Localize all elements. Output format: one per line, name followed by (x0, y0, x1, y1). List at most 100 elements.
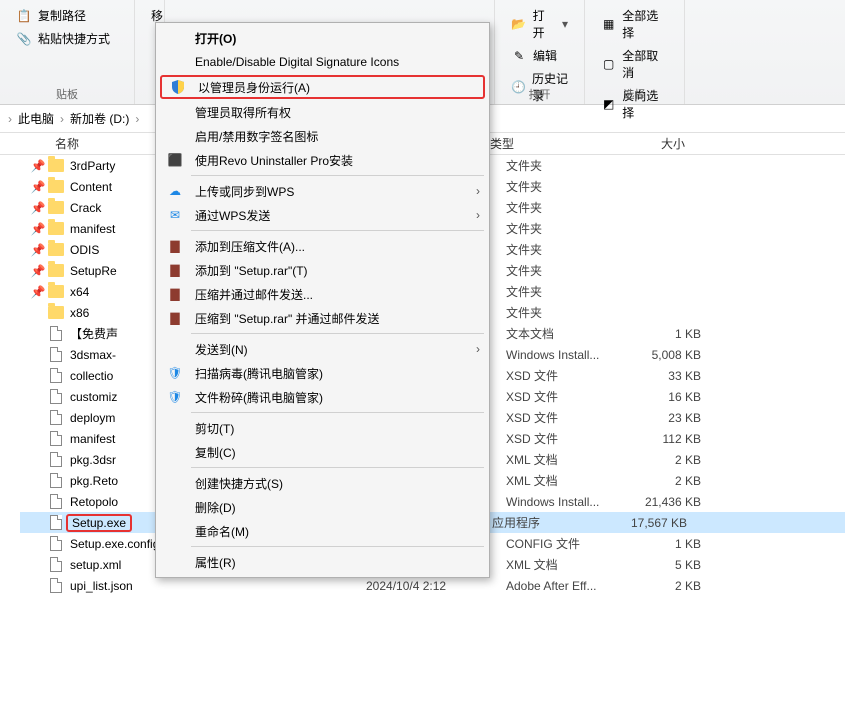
file-size: 17,567 KB (607, 516, 687, 530)
ctx-separator (191, 175, 484, 176)
ctx-compress-email[interactable]: ▇ 压缩并通过邮件发送... (159, 282, 486, 306)
file-row[interactable]: upi_list.json2024/10/4 2:12Adobe After E… (20, 575, 845, 596)
copy-path-button[interactable]: 📋复制路径 (10, 4, 124, 27)
ctx-send-to[interactable]: 发送到(N)› (159, 337, 486, 361)
select-none-button[interactable]: ▢ 全部取消 (595, 44, 674, 84)
breadcrumb-pc[interactable]: 此电脑 (18, 110, 54, 127)
file-icon (46, 389, 66, 404)
file-type: Adobe After Eff... (506, 579, 621, 593)
revo-icon: ⬛ (165, 153, 185, 167)
open-icon: 📂 (511, 16, 527, 32)
file-type: XML 文档 (506, 451, 621, 468)
file-type: 文件夹 (506, 262, 621, 279)
ctx-rename[interactable]: 重命名(M) (159, 519, 486, 543)
ctx-delete[interactable]: 删除(D) (159, 495, 486, 519)
file-icon (46, 347, 66, 362)
copy-path-label: 复制路径 (38, 7, 86, 24)
file-type: 文件夹 (506, 199, 621, 216)
file-size: 23 KB (621, 411, 701, 425)
file-size: 1 KB (621, 327, 701, 341)
open-button[interactable]: 📂打开▾ (505, 4, 574, 44)
pin-icon: 📌 (30, 180, 46, 194)
file-type: 应用程序 (492, 514, 607, 531)
ctx-compress-email-label: 压缩并通过邮件发送... (195, 286, 480, 303)
file-size: 2 KB (621, 474, 701, 488)
ribbon-group-clipboard-label: 贴板 (0, 86, 134, 102)
chevron-right-icon: › (476, 184, 480, 198)
file-type: XSD 文件 (506, 409, 621, 426)
file-type: Windows Install... (506, 495, 621, 509)
edit-label: 编辑 (533, 47, 557, 64)
file-type: 文件夹 (506, 157, 621, 174)
folder-icon (46, 285, 66, 298)
ctx-send-wps[interactable]: ✉通过WPS发送› (159, 203, 486, 227)
file-type: 文件夹 (506, 241, 621, 258)
file-size: 5,008 KB (621, 348, 701, 362)
file-size: 5 KB (621, 558, 701, 572)
ctx-toggle-sig[interactable]: 启用/禁用数字签名图标 (159, 124, 486, 148)
ctx-add-setup-rar[interactable]: ▇添加到 "Setup.rar"(T) (159, 258, 486, 282)
file-icon (46, 473, 66, 488)
ctx-compress-setup-email[interactable]: ▇ 压缩到 "Setup.rar" 并通过邮件发送 (159, 306, 486, 330)
ctx-properties[interactable]: 属性(R) (159, 550, 486, 574)
ctx-separator (191, 467, 484, 468)
ctx-scan-virus[interactable]: 🛡扫描病毒(腾讯电脑管家) (159, 361, 486, 385)
file-type: 文本文档 (506, 325, 621, 342)
ctx-signature-icons[interactable]: Enable/Disable Digital Signature Icons (159, 50, 486, 74)
file-size: 2 KB (621, 579, 701, 593)
ctx-upload-wps[interactable]: ☁上传或同步到WPS› (159, 179, 486, 203)
ctx-run-as-admin[interactable]: 以管理员身份运行(A) (160, 75, 485, 99)
archive-icon: ▇ (165, 311, 185, 325)
file-type: 文件夹 (506, 304, 621, 321)
ctx-compress-setup-email-label: 压缩到 "Setup.rar" 并通过邮件发送 (195, 310, 480, 327)
column-type-header[interactable]: 类型 (490, 135, 605, 152)
file-icon (46, 368, 66, 383)
paste-shortcut-button[interactable]: 📎粘贴快捷方式 (10, 27, 124, 50)
ctx-admin-owner[interactable]: 管理员取得所有权 (159, 100, 486, 124)
ctx-add-archive-label: 添加到压缩文件(A)... (195, 238, 480, 255)
archive-icon: ▇ (165, 263, 185, 277)
ctx-revo-label: 使用Revo Uninstaller Pro安装 (195, 152, 480, 169)
archive-icon: ▇ (165, 239, 185, 253)
select-none-icon: ▢ (601, 56, 616, 72)
pin-icon: 📌 (30, 222, 46, 236)
edit-button[interactable]: ✎编辑 (505, 44, 574, 67)
file-size: 2 KB (621, 453, 701, 467)
ctx-cut[interactable]: 剪切(T) (159, 416, 486, 440)
pin-icon: 📌 (30, 201, 46, 215)
ctx-run-as-admin-label: 以管理员身份运行(A) (198, 79, 477, 96)
pin-icon: 📌 (30, 159, 46, 173)
folder-icon (46, 201, 66, 214)
folder-icon (46, 180, 66, 193)
ctx-copy[interactable]: 复制(C) (159, 440, 486, 464)
breadcrumb-drive[interactable]: 新加卷 (D:) (70, 110, 129, 127)
file-date: 2024/10/4 2:12 (366, 579, 506, 593)
ctx-admin-owner-label: 管理员取得所有权 (195, 104, 480, 121)
pin-icon: 📌 (30, 243, 46, 257)
ctx-send-to-label: 发送到(N) (195, 341, 466, 358)
ctx-cut-label: 剪切(T) (195, 420, 480, 437)
chevron-right-icon: › (476, 208, 480, 222)
ctx-create-shortcut[interactable]: 创建快捷方式(S) (159, 471, 486, 495)
archive-icon: ▇ (165, 287, 185, 301)
file-type: XSD 文件 (506, 367, 621, 384)
select-none-label: 全部取消 (622, 47, 668, 81)
ctx-add-archive[interactable]: ▇ 添加到压缩文件(A)... (159, 234, 486, 258)
file-type: CONFIG 文件 (506, 535, 621, 552)
file-icon (46, 578, 66, 593)
column-size-header[interactable]: 大小 (605, 135, 685, 152)
chevron-right-icon: › (135, 112, 139, 126)
ctx-signature-icons-label: Enable/Disable Digital Signature Icons (195, 55, 480, 69)
ctx-separator (191, 546, 484, 547)
chevron-right-icon: › (8, 112, 12, 126)
ribbon-group-open-label: 打开 (495, 86, 584, 102)
ctx-file-shred[interactable]: 🛡文件粉碎(腾讯电脑管家) (159, 385, 486, 409)
file-type: 文件夹 (506, 178, 621, 195)
file-type: XSD 文件 (506, 430, 621, 447)
ctx-open[interactable]: 打开(O) (159, 26, 486, 50)
ctx-copy-label: 复制(C) (195, 444, 480, 461)
paste-shortcut-icon: 📎 (16, 31, 32, 47)
ctx-properties-label: 属性(R) (195, 554, 480, 571)
select-all-button[interactable]: ▦全部选择 (595, 4, 674, 44)
ctx-revo[interactable]: ⬛ 使用Revo Uninstaller Pro安装 (159, 148, 486, 172)
